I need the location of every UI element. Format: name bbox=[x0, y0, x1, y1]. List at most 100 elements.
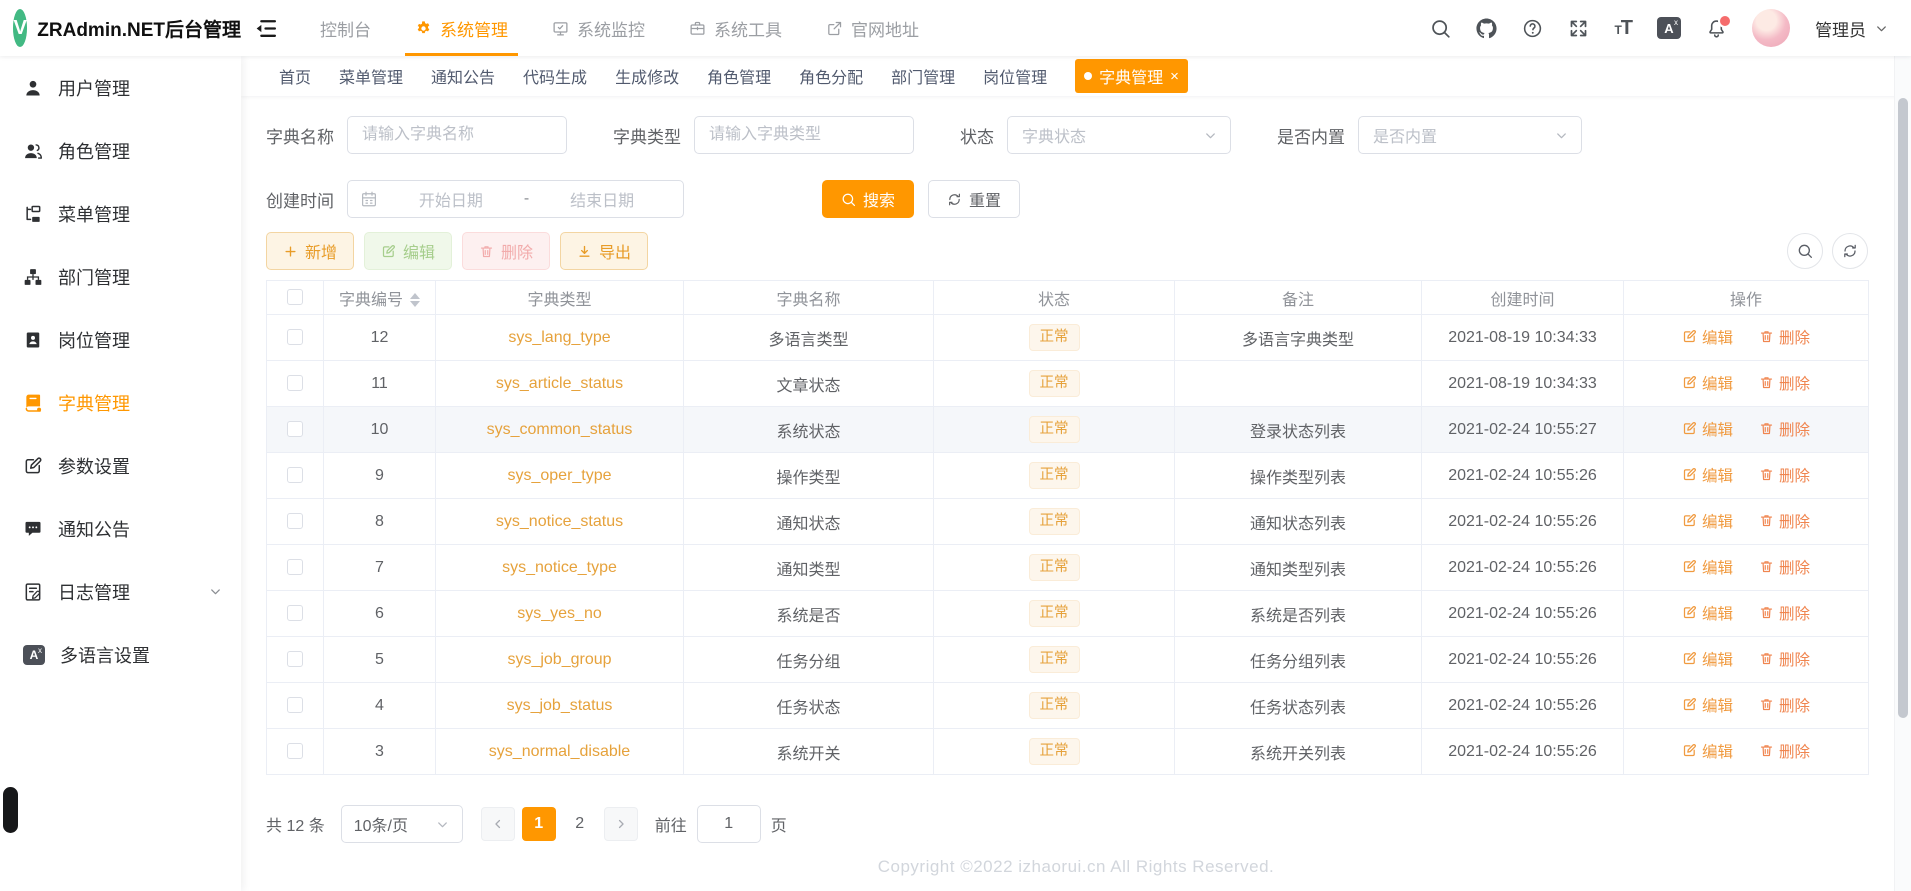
tab-item[interactable]: 代码生成 bbox=[523, 64, 587, 88]
tab-item[interactable]: 部门管理 bbox=[891, 64, 955, 88]
row-delete-button[interactable]: 删除 bbox=[1759, 556, 1810, 578]
row-checkbox[interactable] bbox=[287, 421, 303, 438]
row-delete-button[interactable]: 删除 bbox=[1759, 464, 1810, 486]
sidebar-item[interactable]: 字典管理 bbox=[0, 371, 241, 434]
top-nav-item[interactable]: 官网地址 bbox=[804, 0, 941, 56]
dict-type-link[interactable]: sys_article_status bbox=[496, 375, 623, 392]
row-edit-button[interactable]: 编辑 bbox=[1682, 648, 1733, 670]
logo-area[interactable]: V ZRAdmin.NET后台管理 bbox=[0, 9, 241, 47]
user-menu[interactable]: 管理员 bbox=[1815, 16, 1889, 41]
row-edit-button[interactable]: 编辑 bbox=[1682, 464, 1733, 486]
refresh-table-button[interactable] bbox=[1832, 233, 1868, 269]
tab-item[interactable]: 首页 bbox=[279, 64, 311, 88]
dict-type-link[interactable]: sys_common_status bbox=[487, 421, 633, 438]
row-edit-button[interactable]: 编辑 bbox=[1682, 556, 1733, 578]
tab-item[interactable]: 生成修改 bbox=[615, 64, 679, 88]
top-nav-item[interactable]: 系统管理 bbox=[393, 0, 530, 56]
drawer-handle[interactable] bbox=[3, 787, 18, 833]
date-range-input[interactable]: 开始日期 - 结束日期 bbox=[347, 180, 684, 218]
row-edit-button[interactable]: 编辑 bbox=[1682, 602, 1733, 624]
dict-type-link[interactable]: sys_yes_no bbox=[517, 605, 602, 622]
row-checkbox[interactable] bbox=[287, 651, 303, 668]
dict-type-link[interactable]: sys_notice_type bbox=[502, 559, 617, 576]
delete-button[interactable]: 删除 bbox=[462, 232, 551, 270]
sidebar-item[interactable]: 角色管理 bbox=[0, 119, 241, 182]
dict-type-link[interactable]: sys_normal_disable bbox=[489, 743, 630, 760]
row-edit-button[interactable]: 编辑 bbox=[1682, 694, 1733, 716]
next-page-button[interactable] bbox=[603, 807, 638, 841]
row-delete-button[interactable]: 删除 bbox=[1759, 326, 1810, 348]
row-checkbox[interactable] bbox=[287, 329, 303, 346]
tab-item[interactable]: 菜单管理 bbox=[339, 64, 403, 88]
builtin-select[interactable]: 是否内置 bbox=[1358, 116, 1582, 154]
sidebar-item[interactable]: 参数设置 bbox=[0, 434, 241, 497]
row-checkbox[interactable] bbox=[287, 513, 303, 530]
select-all-checkbox[interactable] bbox=[287, 289, 303, 306]
scrollbar-track[interactable] bbox=[1894, 56, 1911, 891]
tab-item[interactable]: 岗位管理 bbox=[983, 64, 1047, 88]
dict-type-input[interactable] bbox=[694, 116, 914, 154]
sidebar-item[interactable]: 岗位管理 bbox=[0, 308, 241, 371]
row-delete-button[interactable]: 删除 bbox=[1759, 418, 1810, 440]
row-checkbox[interactable] bbox=[287, 743, 303, 760]
dict-type-link[interactable]: sys_lang_type bbox=[508, 329, 610, 346]
scrollbar-thumb[interactable] bbox=[1898, 98, 1908, 718]
row-edit-button[interactable]: 编辑 bbox=[1682, 740, 1733, 762]
dict-type-link[interactable]: sys_notice_status bbox=[496, 513, 623, 530]
top-nav-item[interactable]: 系统工具 bbox=[667, 0, 804, 56]
tab-item[interactable]: 通知公告 bbox=[431, 64, 495, 88]
font-size-icon[interactable]: TT bbox=[1614, 18, 1633, 38]
dict-name-input[interactable] bbox=[347, 116, 567, 154]
dict-type-link[interactable]: sys_job_status bbox=[507, 697, 613, 714]
row-checkbox[interactable] bbox=[287, 605, 303, 622]
add-button[interactable]: 新增 bbox=[266, 232, 355, 270]
tab-close-icon[interactable]: × bbox=[1170, 69, 1179, 84]
sort-asc-icon[interactable] bbox=[410, 293, 420, 300]
help-icon[interactable] bbox=[1522, 18, 1543, 39]
sidebar-item[interactable]: 通知公告 bbox=[0, 497, 241, 560]
translate-icon[interactable]: Ax bbox=[1657, 17, 1681, 39]
row-delete-button[interactable]: 删除 bbox=[1759, 740, 1810, 762]
fullscreen-icon[interactable] bbox=[1568, 18, 1589, 39]
show-search-button[interactable] bbox=[1787, 233, 1823, 269]
row-edit-button[interactable]: 编辑 bbox=[1682, 326, 1733, 348]
sidebar-collapse-button[interactable] bbox=[253, 16, 278, 41]
sidebar-item[interactable]: 用户管理 bbox=[0, 56, 241, 119]
row-delete-button[interactable]: 删除 bbox=[1759, 648, 1810, 670]
page-size-select[interactable]: 10条/页 bbox=[340, 805, 463, 843]
row-delete-button[interactable]: 删除 bbox=[1759, 372, 1810, 394]
sidebar-item[interactable]: Ax 多语言设置 bbox=[0, 623, 241, 686]
edit-button[interactable]: 编辑 bbox=[364, 232, 453, 270]
row-delete-button[interactable]: 删除 bbox=[1759, 510, 1810, 532]
row-delete-button[interactable]: 删除 bbox=[1759, 602, 1810, 624]
reset-button[interactable]: 重置 bbox=[928, 180, 1021, 218]
prev-page-button[interactable] bbox=[480, 807, 515, 841]
top-nav-item[interactable]: 控制台 bbox=[298, 0, 393, 56]
row-edit-button[interactable]: 编辑 bbox=[1682, 418, 1733, 440]
dict-type-link[interactable]: sys_oper_type bbox=[507, 467, 611, 484]
row-edit-button[interactable]: 编辑 bbox=[1682, 510, 1733, 532]
github-icon[interactable] bbox=[1476, 17, 1498, 39]
row-edit-button[interactable]: 编辑 bbox=[1682, 372, 1733, 394]
page-number-button[interactable]: 2 bbox=[562, 807, 597, 841]
search-button[interactable]: 搜索 bbox=[822, 180, 915, 218]
sidebar-item[interactable]: 菜单管理 bbox=[0, 182, 241, 245]
search-icon[interactable] bbox=[1430, 18, 1451, 39]
sort-desc-icon[interactable] bbox=[410, 301, 420, 308]
tab-item[interactable]: 角色分配 bbox=[799, 64, 863, 88]
sidebar-item[interactable]: 部门管理 bbox=[0, 245, 241, 308]
row-checkbox[interactable] bbox=[287, 375, 303, 392]
dict-type-link[interactable]: sys_job_group bbox=[507, 651, 611, 668]
tab-item[interactable]: 角色管理 bbox=[707, 64, 771, 88]
status-select[interactable]: 字典状态 bbox=[1007, 116, 1231, 154]
tab-item[interactable]: 字典管理 × bbox=[1075, 59, 1188, 93]
sidebar-item[interactable]: 日志管理 bbox=[0, 560, 241, 623]
top-nav-item[interactable]: 系统监控 bbox=[530, 0, 667, 56]
bell-icon[interactable] bbox=[1706, 13, 1732, 39]
row-checkbox[interactable] bbox=[287, 697, 303, 714]
page-number-button[interactable]: 1 bbox=[521, 807, 556, 841]
avatar[interactable] bbox=[1752, 9, 1790, 47]
row-checkbox[interactable] bbox=[287, 467, 303, 484]
row-delete-button[interactable]: 删除 bbox=[1759, 694, 1810, 716]
export-button[interactable]: 导出 bbox=[560, 232, 649, 270]
